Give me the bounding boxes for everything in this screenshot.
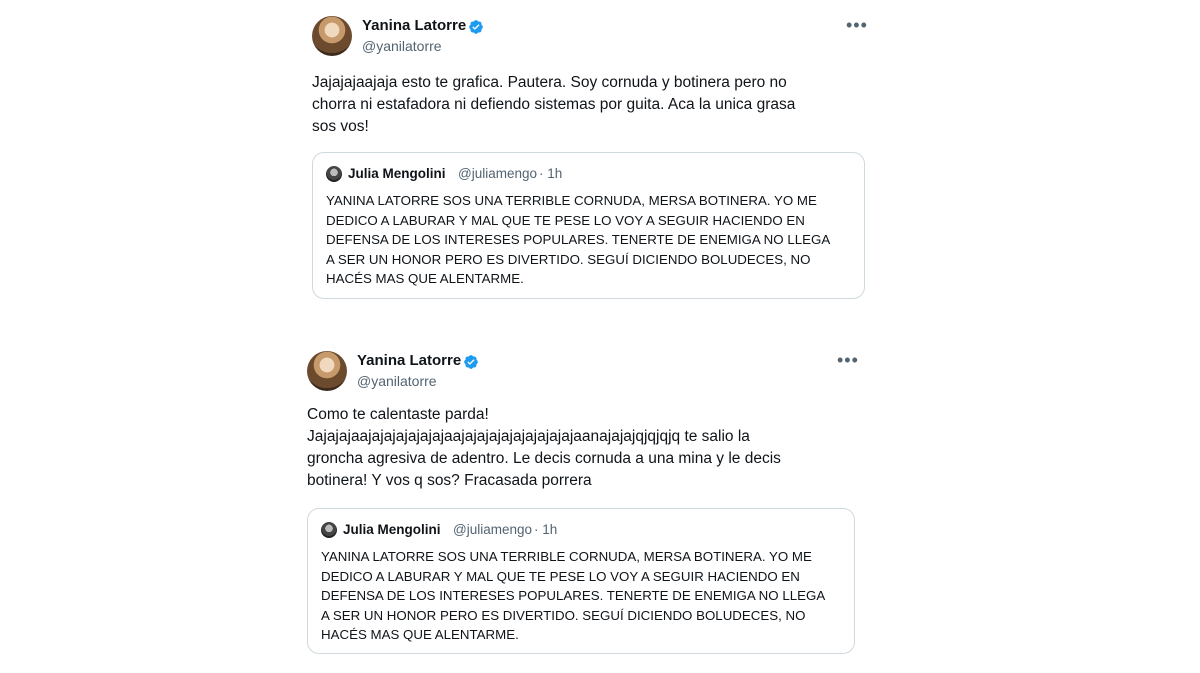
tweet-1[interactable]: Yanina Latorre @yanilatorre ••• Jajajaja… bbox=[0, 0, 1200, 320]
quote-author-avatar bbox=[326, 166, 342, 182]
quote-author-name: Julia Mengolini bbox=[348, 166, 446, 181]
tweet-2[interactable]: Yanina Latorre @yanilatorre ••• Como te … bbox=[0, 330, 1200, 673]
author-avatar[interactable] bbox=[312, 16, 352, 56]
author-name[interactable]: Yanina Latorre bbox=[362, 17, 466, 34]
tweet-text: Como te calentaste parda! Jajajajaajajaj… bbox=[307, 406, 781, 489]
author-name[interactable]: Yanina Latorre bbox=[357, 352, 461, 369]
quoted-tweet[interactable]: Julia Mengolini @juliamengo · 1h YANINA … bbox=[307, 508, 855, 654]
quote-author-handle: @juliamengo bbox=[458, 166, 537, 181]
quote-author-handle: @juliamengo bbox=[453, 522, 532, 537]
quote-author-avatar bbox=[321, 522, 337, 538]
author-handle[interactable]: @yanilatorre bbox=[357, 373, 437, 389]
more-options-icon[interactable]: ••• bbox=[837, 351, 859, 369]
more-options-icon[interactable]: ••• bbox=[846, 16, 868, 34]
verified-badge-icon bbox=[469, 20, 483, 34]
quote-author-name: Julia Mengolini bbox=[343, 522, 441, 537]
quote-timestamp: · 1h bbox=[539, 166, 563, 181]
author-avatar[interactable] bbox=[307, 351, 347, 391]
quote-timestamp: · 1h bbox=[534, 522, 558, 537]
author-handle[interactable]: @yanilatorre bbox=[362, 38, 442, 54]
tweet-text: Jajajajaajaja esto te grafica. Pautera. … bbox=[312, 74, 796, 135]
quoted-tweet[interactable]: Julia Mengolini @juliamengo · 1h YANINA … bbox=[312, 152, 865, 299]
quote-text: YANINA LATORRE SOS UNA TERRIBLE CORNUDA,… bbox=[326, 193, 831, 286]
quote-text: YANINA LATORRE SOS UNA TERRIBLE CORNUDA,… bbox=[321, 549, 826, 642]
verified-badge-icon bbox=[464, 355, 478, 369]
